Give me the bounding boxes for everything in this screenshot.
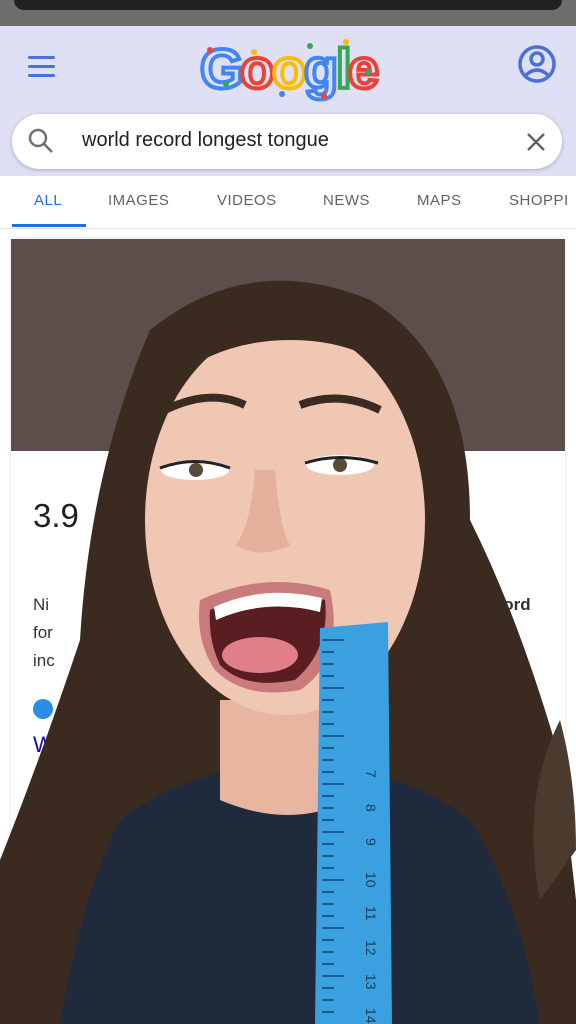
ruler-number: 14 bbox=[363, 1008, 379, 1024]
ruler-number: 13 bbox=[363, 974, 379, 990]
ruler-number: 7 bbox=[363, 770, 379, 778]
ruler-number: 9 bbox=[363, 838, 379, 846]
ruler-number: 11 bbox=[363, 906, 379, 921]
person-overlay: 7 8 9 10 11 12 13 14 bbox=[0, 280, 576, 1024]
ruler-group: 7 8 9 10 11 12 13 14 bbox=[315, 622, 392, 1024]
ruler-number: 12 bbox=[363, 940, 379, 956]
ruler-number: 8 bbox=[363, 804, 379, 812]
ruler-number: 10 bbox=[363, 872, 379, 888]
